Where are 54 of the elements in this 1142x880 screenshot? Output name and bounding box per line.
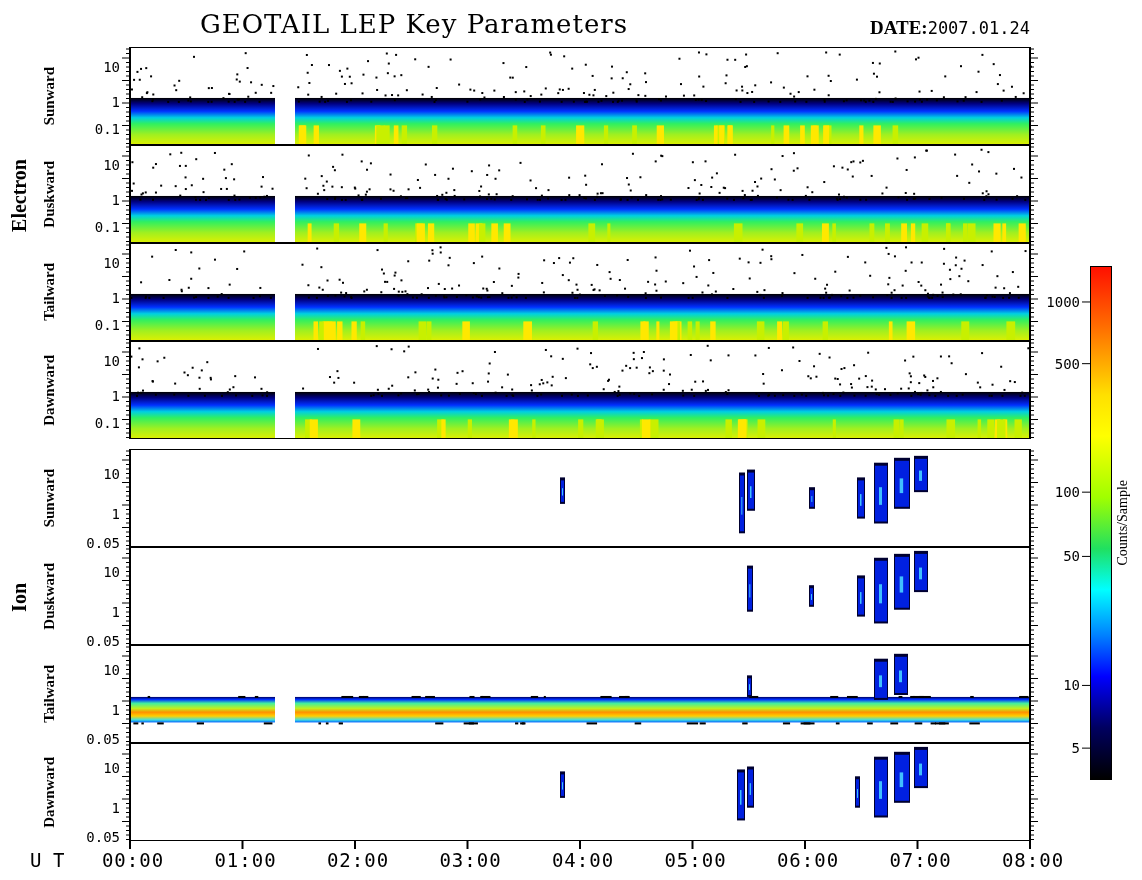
y-tick-label: 0.05 — [86, 732, 120, 747]
panel-label: Sunward — [40, 468, 58, 528]
group-label: Electron — [7, 158, 31, 232]
y-tick-label: 0.05 — [86, 536, 120, 551]
time-tick-label: 08:00 — [1001, 851, 1065, 870]
y-tick-label: 1 — [111, 702, 120, 717]
colorbar-tick-label: 1000 — [1046, 294, 1080, 309]
time-tick-label: 02:00 — [326, 851, 390, 870]
time-tick-label: 00:00 — [101, 851, 165, 870]
y-tick-label: 10 — [103, 157, 120, 172]
y-tick-label: 10 — [103, 467, 120, 482]
y-tick-label: 10 — [103, 761, 120, 776]
panel-label: Tailward — [40, 665, 58, 723]
y-tick-label: 0.1 — [94, 318, 120, 333]
panel-label: Duskward — [40, 160, 58, 228]
panel-label: Duskward — [40, 562, 58, 630]
panel-label: Dawnward — [40, 354, 58, 426]
panel-label: Sunward — [40, 66, 58, 126]
time-tick-label: 06:00 — [776, 851, 840, 870]
y-tick-label: 10 — [103, 565, 120, 580]
y-tick-label: 1 — [111, 604, 120, 619]
y-tick-label: 0.1 — [94, 416, 120, 431]
date-value: 2007.01.24 — [927, 17, 1030, 38]
plot-title: GEOTAIL LEP Key Parameters — [200, 8, 629, 39]
time-axis-label: U T — [30, 851, 65, 870]
y-tick-label: 1 — [111, 388, 120, 403]
colorbar-tick-label: 50 — [1063, 549, 1080, 564]
colorbar-tick-label: 5 — [1071, 741, 1080, 756]
y-tick-label: 10 — [103, 255, 120, 270]
y-tick-label: 0.1 — [94, 220, 120, 235]
y-tick-label: 10 — [103, 353, 120, 368]
date-label: DATE: — [869, 16, 928, 39]
colorbar-tick-label: 10 — [1063, 678, 1080, 693]
y-tick-label: 0.05 — [86, 830, 120, 845]
colorbar-label: Counts/Sample — [1115, 480, 1131, 566]
y-tick-label: 1 — [111, 94, 120, 109]
panel-label: Dawnward — [40, 756, 58, 828]
colorbar-tick-label: 100 — [1054, 485, 1080, 500]
time-tick-label: 01:00 — [214, 851, 277, 870]
y-tick-label: 10 — [103, 59, 120, 74]
y-tick-label: 0.05 — [86, 634, 120, 649]
time-tick-label: 03:00 — [439, 851, 502, 870]
y-tick-label: 1 — [111, 290, 120, 305]
time-tick-label: 05:00 — [664, 851, 727, 870]
y-tick-label: 10 — [103, 663, 120, 678]
y-tick-label: 1 — [111, 506, 120, 521]
panel-label: Tailward — [40, 263, 58, 321]
y-tick-label: 1 — [111, 800, 120, 815]
time-tick-label: 04:00 — [551, 851, 615, 870]
colorbar-tick-label: 500 — [1054, 356, 1080, 371]
y-tick-label: 1 — [111, 192, 120, 207]
group-label: Ion — [7, 582, 31, 612]
time-tick-label: 07:00 — [889, 851, 952, 870]
y-tick-label: 0.1 — [94, 122, 120, 137]
